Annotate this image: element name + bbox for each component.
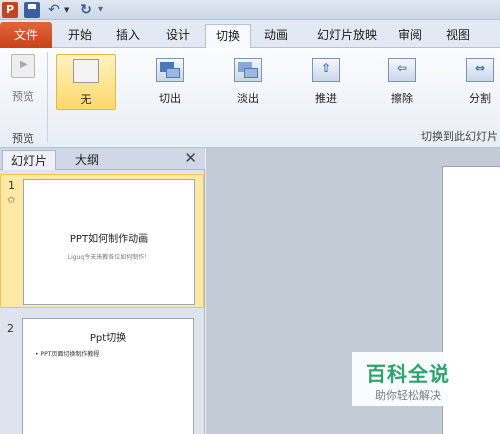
slide-thumbnail-1[interactable]: 1 ✩ PPT如何制作动画 Liguq今天来教各位如何制作！ [0, 174, 204, 308]
slide-title: PPT如何制作动画 [69, 234, 149, 245]
close-icon[interactable]: ✕ [184, 149, 197, 167]
transition-split[interactable]: ⇔ 分割 [450, 54, 500, 110]
transition-split-icon: ⇔ [466, 58, 494, 82]
transitions-group-label: 切换到此幻灯片 [421, 130, 498, 143]
transition-push[interactable]: ⇧ 推进 [296, 54, 356, 110]
slide-title: Ppt切换 [89, 333, 127, 344]
slide-number: 1 [8, 179, 15, 192]
save-icon[interactable] [24, 2, 40, 18]
tab-slideshow[interactable]: 幻灯片放映 [306, 24, 388, 48]
transition-fade-icon [234, 58, 262, 82]
preview-button[interactable]: 预览 [4, 54, 42, 106]
tab-insert[interactable]: 插入 [108, 24, 148, 48]
watermark-subtitle: 助你轻松解决 [375, 389, 441, 402]
powerpoint-icon[interactable]: P [2, 2, 18, 18]
transition-label: 切出 [159, 92, 181, 105]
transition-label: 无 [80, 93, 92, 106]
tab-view[interactable]: 视图 [438, 24, 478, 48]
transition-none[interactable]: 无 [56, 54, 116, 110]
transition-wipe[interactable]: ⇦ 擦除 [372, 54, 432, 110]
slides-pane: 幻灯片 大纲 ✕ 1 ✩ PPT如何制作动画 Liguq今天来教各位如何制作！ … [0, 148, 205, 434]
transition-label: 推进 [315, 92, 337, 105]
tab-home[interactable]: 开始 [60, 24, 100, 48]
preview-icon [11, 54, 35, 78]
slide-thumbnail-2[interactable]: 2 Ppt切换 • PPT页面切换制作教程 [0, 314, 204, 434]
title-bar: P ↶ ▼ ↻ ▾ [0, 0, 500, 20]
transition-cut[interactable]: 切出 [140, 54, 200, 110]
preview-group-label: 预览 [12, 132, 34, 145]
customize-qat-icon[interactable]: ▾ [98, 4, 103, 15]
tab-review[interactable]: 审阅 [390, 24, 430, 48]
animation-star-icon: ✩ [7, 195, 16, 206]
transition-label: 擦除 [391, 92, 413, 105]
slide-number: 2 [7, 322, 14, 335]
tab-transitions[interactable]: 切换 [205, 24, 251, 49]
transition-wipe-icon: ⇦ [388, 58, 416, 82]
tab-design[interactable]: 设计 [158, 24, 198, 48]
transition-push-icon: ⇧ [312, 58, 340, 82]
slide-preview: Ppt切换 • PPT页面切换制作教程 [22, 318, 194, 434]
undo-icon[interactable]: ↶ [46, 2, 62, 18]
slide-subtitle: Liguq今天来教各位如何制作！ [67, 254, 151, 261]
transition-cut-icon [156, 58, 184, 82]
watermark-logo: 百科全说 助你轻松解决 [352, 352, 464, 406]
group-separator [47, 52, 48, 142]
transition-none-icon [73, 59, 99, 83]
transition-label: 淡出 [237, 92, 259, 105]
pane-tabs: 幻灯片 大纲 ✕ [0, 148, 205, 170]
slide-preview: PPT如何制作动画 Liguq今天来教各位如何制作！ [23, 179, 195, 305]
redo-icon[interactable]: ↻ [78, 2, 94, 18]
transition-fade[interactable]: 淡出 [218, 54, 278, 110]
tab-outline[interactable]: 大纲 [60, 150, 114, 170]
slide-bullet: • PPT页面切换制作教程 [35, 351, 100, 358]
ribbon: 预览 预览 无 切出 淡出 ⇧ 推进 ⇦ 擦除 ⇔ 分割 切换到此幻灯片 [0, 48, 500, 148]
preview-label: 预览 [12, 90, 34, 103]
tab-slides[interactable]: 幻灯片 [2, 150, 56, 170]
tab-file[interactable]: 文件 [0, 22, 52, 48]
watermark-title: 百科全说 [366, 362, 450, 386]
transition-label: 分割 [469, 92, 491, 105]
ribbon-tabs: 文件 开始 插入 设计 切换 动画 幻灯片放映 审阅 视图 [0, 20, 500, 49]
tab-animations[interactable]: 动画 [256, 24, 296, 48]
undo-dropdown-icon[interactable]: ▼ [64, 6, 70, 14]
